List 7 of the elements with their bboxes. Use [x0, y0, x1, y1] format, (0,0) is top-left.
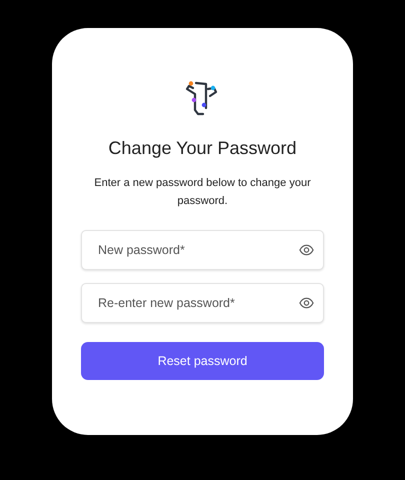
description-text: Enter a new password below to change your password. — [93, 176, 312, 209]
password-field[interactable]: New password* — [81, 230, 324, 270]
reset-password-button[interactable]: Reset password — [81, 342, 324, 380]
password-field[interactable]: Re-enter new password* — [81, 283, 324, 323]
dialog-title: Change Your Password — [108, 138, 297, 159]
eye-icon[interactable] — [299, 297, 314, 309]
eye-icon[interactable] — [299, 244, 314, 256]
